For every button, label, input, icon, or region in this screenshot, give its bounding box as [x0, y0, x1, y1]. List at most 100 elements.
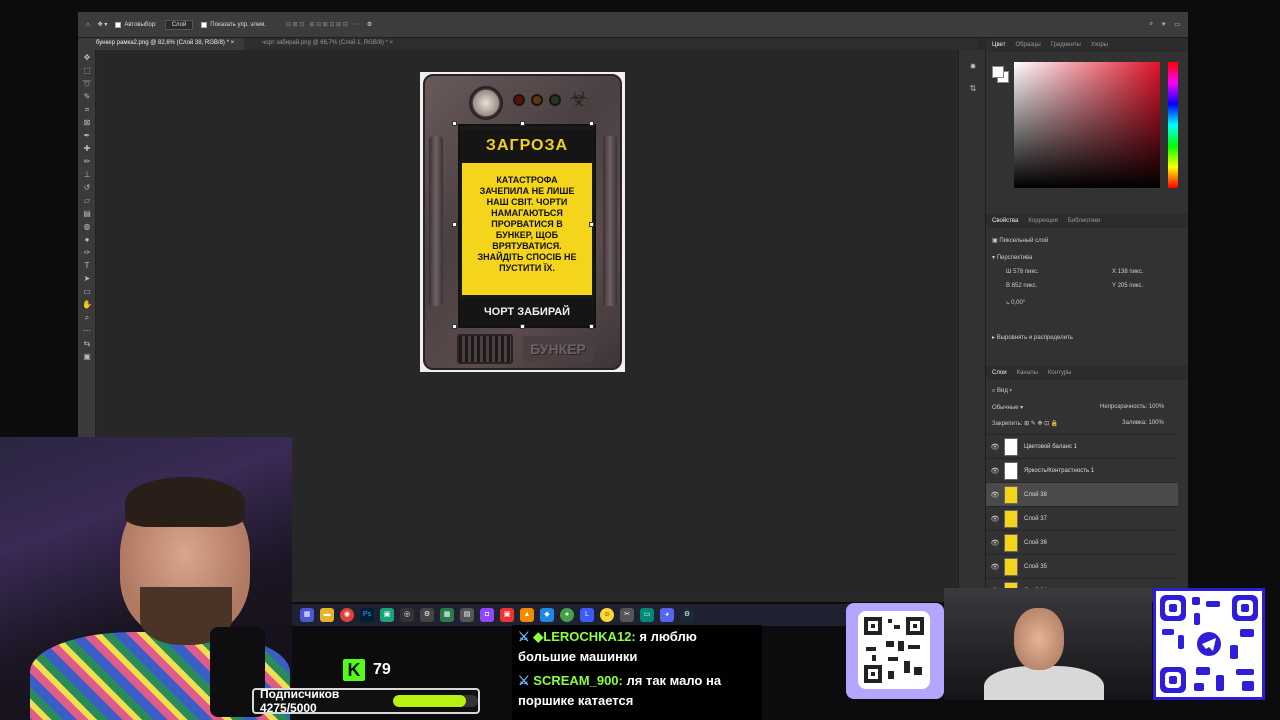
transform-handle[interactable]	[520, 324, 525, 329]
brightness-icon[interactable]: ✹	[968, 62, 978, 72]
hand-tool-icon[interactable]: ✋	[82, 300, 92, 310]
app-icon[interactable]: ☺	[600, 608, 614, 622]
marquee-tool-icon[interactable]: ⬚	[82, 66, 92, 76]
foreground-color-swatch[interactable]	[992, 66, 1004, 78]
app-icon[interactable]: ▣	[380, 608, 394, 622]
steam-icon[interactable]: ⚙	[680, 608, 694, 622]
color-picker-field[interactable]	[1014, 62, 1160, 188]
dodge-tool-icon[interactable]: ●	[82, 235, 92, 245]
lock-controls[interactable]: Закрепить: ⊞ ✎ ✥ ⊡ 🔒	[992, 420, 1058, 427]
settings-gear-icon[interactable]: ⚙	[367, 21, 372, 28]
autoselect-dropdown[interactable]: Слой	[164, 19, 194, 30]
swap-colors-icon[interactable]: ⇆	[82, 339, 92, 349]
photoshop-icon[interactable]: Ps	[360, 608, 374, 622]
path-select-icon[interactable]: ➤	[82, 274, 92, 284]
discord-icon[interactable]: ◕	[660, 608, 674, 622]
tab-bunker-frame[interactable]: бункер рамка2.png @ 82,6% (Слой 38, RGB/…	[78, 38, 245, 50]
visibility-eye-icon[interactable]: 👁	[986, 467, 1004, 475]
transform-handle[interactable]	[589, 222, 594, 227]
angle-field[interactable]: ⦣ 0,00°	[1006, 300, 1025, 307]
align-section[interactable]: ▸ Выровнять и распределить	[992, 334, 1073, 341]
gradient-tool-icon[interactable]: ▤	[82, 209, 92, 219]
folder-icon[interactable]: ▬	[320, 608, 334, 622]
close-icon[interactable]: ×	[390, 40, 394, 46]
align-icons[interactable]: ⊟ ⊠ ⊡ ⊞ ⊟ ⊠ ⊡ ⊞ ⊟ ⋯	[286, 21, 359, 28]
tab-gradients[interactable]: Градиенты	[1051, 42, 1081, 48]
crop-tool-icon[interactable]: ⌗	[82, 105, 92, 115]
spreadsheet-icon[interactable]: ▦	[440, 608, 454, 622]
app-icon[interactable]: ▤	[460, 608, 474, 622]
move-tool-icon[interactable]: ✥ ▾	[98, 21, 108, 28]
brush-tool-icon[interactable]: ✏	[82, 157, 92, 167]
capcut-icon[interactable]: ✂	[620, 608, 634, 622]
adjustments-icon[interactable]: ⇅	[968, 84, 978, 94]
twitch-icon[interactable]: ◘	[480, 608, 494, 622]
shape-tool-icon[interactable]: ▭	[82, 287, 92, 297]
width-field[interactable]: Ш 578 пикс.	[1006, 269, 1039, 275]
layer-filter-dropdown[interactable]: ⌕ Вид ▾	[992, 388, 1012, 395]
visibility-eye-icon[interactable]: 👁	[986, 515, 1004, 523]
frame-tool-icon[interactable]: ⊠	[82, 118, 92, 128]
transform-handle[interactable]	[520, 121, 525, 126]
tab-channels[interactable]: Каналы	[1017, 370, 1038, 376]
close-icon[interactable]: ×	[231, 40, 235, 46]
tab-swatches[interactable]: Образцы	[1015, 42, 1040, 48]
lighting-icon[interactable]: ☀	[1161, 21, 1166, 28]
settings-icon[interactable]: ⚙	[420, 608, 434, 622]
hue-slider[interactable]	[1168, 62, 1178, 188]
transform-handle[interactable]	[452, 324, 457, 329]
type-tool-icon[interactable]: T	[82, 261, 92, 271]
show-transform-checkbox[interactable]: Показать упр. элем.	[201, 21, 266, 28]
blur-tool-icon[interactable]: ◍	[82, 222, 92, 232]
transform-handle[interactable]	[589, 121, 594, 126]
history-brush-icon[interactable]: ↺	[82, 183, 92, 193]
app-icon[interactable]: ●	[560, 608, 574, 622]
healing-brush-icon[interactable]: ✚	[82, 144, 92, 154]
obs-icon[interactable]: ◎	[400, 608, 414, 622]
transform-handle[interactable]	[452, 121, 457, 126]
app-icon[interactable]: ▭	[640, 608, 654, 622]
perspective-section[interactable]: ▾ Перспектива	[992, 254, 1033, 261]
app-icon[interactable]: L	[580, 608, 594, 622]
chrome-icon[interactable]: ◉	[340, 608, 354, 622]
start-icon[interactable]: ▦	[300, 608, 314, 622]
tab-patterns[interactable]: Узоры	[1091, 42, 1108, 48]
home-icon[interactable]: ⌂	[86, 22, 90, 28]
eyedropper-icon[interactable]: ✒	[82, 131, 92, 141]
layer-row[interactable]: 👁 Слой 38	[986, 482, 1178, 506]
eraser-icon[interactable]: ▱	[82, 196, 92, 206]
stamp-tool-icon[interactable]: ⊥	[82, 170, 92, 180]
app-icon[interactable]: ◆	[540, 608, 554, 622]
visibility-eye-icon[interactable]: 👁	[986, 539, 1004, 547]
lasso-tool-icon[interactable]: ➰	[82, 79, 92, 89]
document-canvas[interactable]: ☣ ЗАГРОЗА КАТАСТРОФА ЗАЧЕПИЛА НЕ ЛИШЕ НА…	[420, 72, 625, 372]
layer-row[interactable]: 👁 Слой 35	[986, 554, 1178, 578]
blend-mode-dropdown[interactable]: Обычные ▾	[992, 404, 1023, 411]
visibility-eye-icon[interactable]: 👁	[986, 443, 1004, 451]
fill-control[interactable]: Заливка: 100%	[1122, 420, 1164, 426]
tab-properties[interactable]: Свойства	[992, 218, 1018, 224]
tab-color[interactable]: Цвет	[992, 42, 1005, 48]
layer-row[interactable]: 👁 Яркость/Контрастность 1	[986, 458, 1178, 482]
visibility-eye-icon[interactable]: 👁	[986, 491, 1004, 499]
tab-paths[interactable]: Контуры	[1048, 370, 1072, 376]
more-tools-icon[interactable]: ⋯	[82, 326, 92, 336]
transform-handle[interactable]	[452, 222, 457, 227]
tab-layers[interactable]: Слои	[992, 370, 1007, 376]
move-tool-icon[interactable]: ✥	[82, 53, 92, 63]
workspace-icon[interactable]: ▭	[1174, 21, 1180, 28]
lock-icons[interactable]: ⊞ ✎ ✥ ⊡ 🔒	[1024, 421, 1058, 427]
visibility-eye-icon[interactable]: 👁	[986, 563, 1004, 571]
search-icon[interactable]: ⌕	[1150, 21, 1153, 28]
color-swatches-icon[interactable]: ▣	[82, 352, 92, 362]
layer-row[interactable]: 👁 Слой 37	[986, 506, 1178, 530]
autoselect-checkbox[interactable]: Автовыбор:	[115, 21, 157, 28]
layer-row[interactable]: 👁 Цветовой баланс 1	[986, 434, 1178, 458]
layer-row[interactable]: 👁 Слой 36	[986, 530, 1178, 554]
vlc-icon[interactable]: ▲	[520, 608, 534, 622]
zoom-tool-icon[interactable]: ⌕	[82, 313, 92, 323]
y-field[interactable]: Y 205 пикс.	[1112, 283, 1143, 289]
app-icon[interactable]: ▣	[500, 608, 514, 622]
opacity-control[interactable]: Непрозрачность: 100%	[1100, 404, 1164, 410]
height-field[interactable]: В 852 пикс.	[1006, 283, 1037, 289]
